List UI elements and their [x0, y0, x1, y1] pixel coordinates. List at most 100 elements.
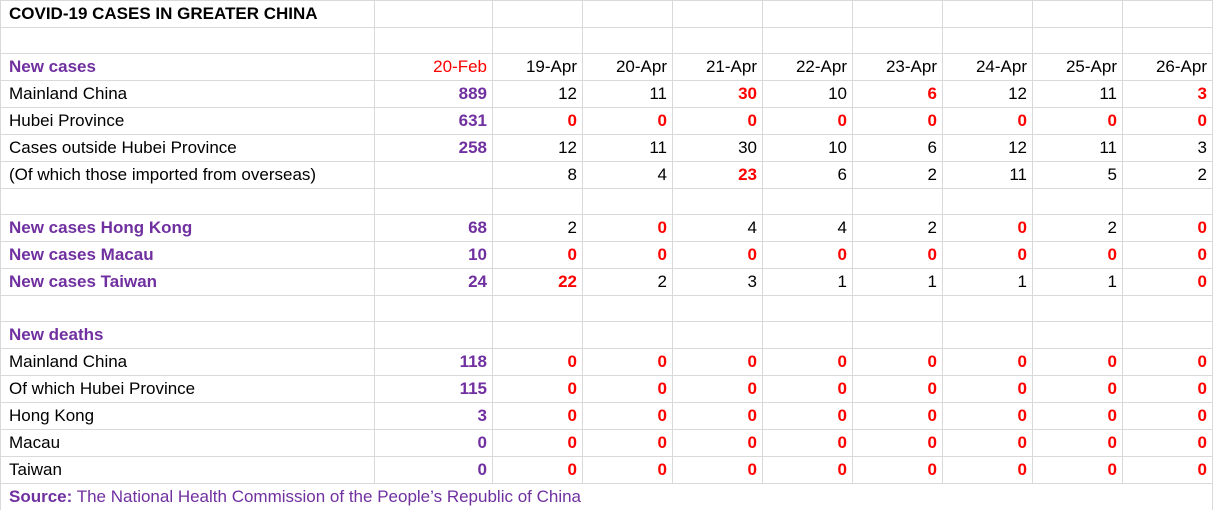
cell[interactable]: [942, 295, 1033, 322]
sheet-title[interactable]: COVID-19 CASES IN GREATER CHINA: [0, 0, 375, 28]
cell[interactable]: [374, 321, 493, 349]
cell[interactable]: [374, 295, 493, 322]
value-cell[interactable]: 12: [492, 134, 583, 162]
value-cell[interactable]: 10: [762, 134, 853, 162]
value-cell[interactable]: 0: [942, 402, 1033, 430]
value-cell[interactable]: 30: [672, 134, 763, 162]
value-cell[interactable]: 12: [942, 134, 1033, 162]
value-cell[interactable]: 22: [492, 268, 583, 296]
value-cell[interactable]: 0: [1122, 268, 1213, 296]
cell[interactable]: [672, 0, 763, 28]
value-cell[interactable]: 68: [374, 214, 493, 242]
value-cell[interactable]: 0: [1032, 375, 1123, 403]
value-cell[interactable]: 0: [942, 456, 1033, 484]
value-cell[interactable]: 0: [852, 375, 943, 403]
value-cell[interactable]: 10: [762, 80, 853, 108]
value-cell[interactable]: 3: [374, 402, 493, 430]
value-cell[interactable]: 0: [1122, 107, 1213, 135]
value-cell[interactable]: 0: [1122, 241, 1213, 269]
value-cell[interactable]: 1: [762, 268, 853, 296]
value-cell[interactable]: 0: [942, 375, 1033, 403]
cell[interactable]: [1122, 0, 1213, 28]
cell[interactable]: [672, 188, 763, 215]
cell[interactable]: [582, 321, 673, 349]
cell[interactable]: [852, 188, 943, 215]
value-cell[interactable]: 11: [1032, 80, 1123, 108]
value-cell[interactable]: 4: [672, 214, 763, 242]
value-cell[interactable]: 0: [1032, 429, 1123, 457]
value-cell[interactable]: 0: [492, 456, 583, 484]
cell[interactable]: [492, 27, 583, 54]
cell[interactable]: [762, 0, 853, 28]
date-header[interactable]: 19-Apr: [492, 53, 583, 81]
value-cell[interactable]: 0: [852, 429, 943, 457]
value-cell[interactable]: 23: [672, 161, 763, 189]
cell[interactable]: [492, 0, 583, 28]
cell[interactable]: [0, 188, 375, 215]
row-label[interactable]: (Of which those imported from overseas): [0, 161, 375, 189]
value-cell[interactable]: 2: [1032, 214, 1123, 242]
value-cell[interactable]: 1: [852, 268, 943, 296]
value-cell[interactable]: [374, 161, 493, 189]
cell[interactable]: [762, 27, 853, 54]
value-cell[interactable]: 4: [762, 214, 853, 242]
section-label-new-deaths[interactable]: New deaths: [0, 321, 375, 349]
value-cell[interactable]: 0: [582, 429, 673, 457]
value-cell[interactable]: 0: [762, 456, 853, 484]
cell[interactable]: [762, 188, 853, 215]
date-header[interactable]: 21-Apr: [672, 53, 763, 81]
row-label[interactable]: Mainland China: [0, 80, 375, 108]
cell[interactable]: [492, 188, 583, 215]
cell[interactable]: [942, 0, 1033, 28]
value-cell[interactable]: 11: [582, 80, 673, 108]
value-cell[interactable]: 0: [1032, 107, 1123, 135]
value-cell[interactable]: 258: [374, 134, 493, 162]
value-cell[interactable]: 12: [492, 80, 583, 108]
value-cell[interactable]: 1: [1032, 268, 1123, 296]
date-header[interactable]: 26-Apr: [1122, 53, 1213, 81]
value-cell[interactable]: 0: [762, 348, 853, 376]
value-cell[interactable]: 11: [582, 134, 673, 162]
cell[interactable]: [492, 295, 583, 322]
value-cell[interactable]: 0: [1122, 429, 1213, 457]
date-header[interactable]: 25-Apr: [1032, 53, 1123, 81]
cell[interactable]: [672, 295, 763, 322]
row-label[interactable]: Taiwan: [0, 456, 375, 484]
value-cell[interactable]: 2: [492, 214, 583, 242]
value-cell[interactable]: 889: [374, 80, 493, 108]
value-cell[interactable]: 0: [582, 402, 673, 430]
value-cell[interactable]: 0: [762, 429, 853, 457]
cell[interactable]: [1122, 27, 1213, 54]
value-cell[interactable]: 8: [492, 161, 583, 189]
value-cell[interactable]: 0: [762, 402, 853, 430]
value-cell[interactable]: 0: [492, 107, 583, 135]
value-cell[interactable]: 0: [1032, 456, 1123, 484]
value-cell[interactable]: 30: [672, 80, 763, 108]
cell[interactable]: [1032, 321, 1123, 349]
value-cell[interactable]: 0: [852, 456, 943, 484]
source-note[interactable]: Source: The National Health Commission o…: [0, 483, 1213, 510]
cell[interactable]: [582, 0, 673, 28]
date-header[interactable]: 20-Feb: [374, 53, 493, 81]
date-header[interactable]: 24-Apr: [942, 53, 1033, 81]
value-cell[interactable]: 0: [1032, 348, 1123, 376]
value-cell[interactable]: 0: [582, 214, 673, 242]
value-cell[interactable]: 0: [582, 348, 673, 376]
row-label[interactable]: Cases outside Hubei Province: [0, 134, 375, 162]
value-cell[interactable]: 0: [942, 107, 1033, 135]
value-cell[interactable]: 6: [852, 80, 943, 108]
value-cell[interactable]: 118: [374, 348, 493, 376]
cell[interactable]: [1122, 188, 1213, 215]
value-cell[interactable]: 0: [1122, 375, 1213, 403]
value-cell[interactable]: 0: [1122, 456, 1213, 484]
value-cell[interactable]: 11: [942, 161, 1033, 189]
date-header[interactable]: 20-Apr: [582, 53, 673, 81]
cell[interactable]: [0, 295, 375, 322]
cell[interactable]: [942, 188, 1033, 215]
cell[interactable]: [852, 295, 943, 322]
value-cell[interactable]: 0: [492, 241, 583, 269]
row-label[interactable]: New cases Macau: [0, 241, 375, 269]
cell[interactable]: [374, 0, 493, 28]
value-cell[interactable]: 0: [942, 348, 1033, 376]
value-cell[interactable]: 0: [1122, 214, 1213, 242]
